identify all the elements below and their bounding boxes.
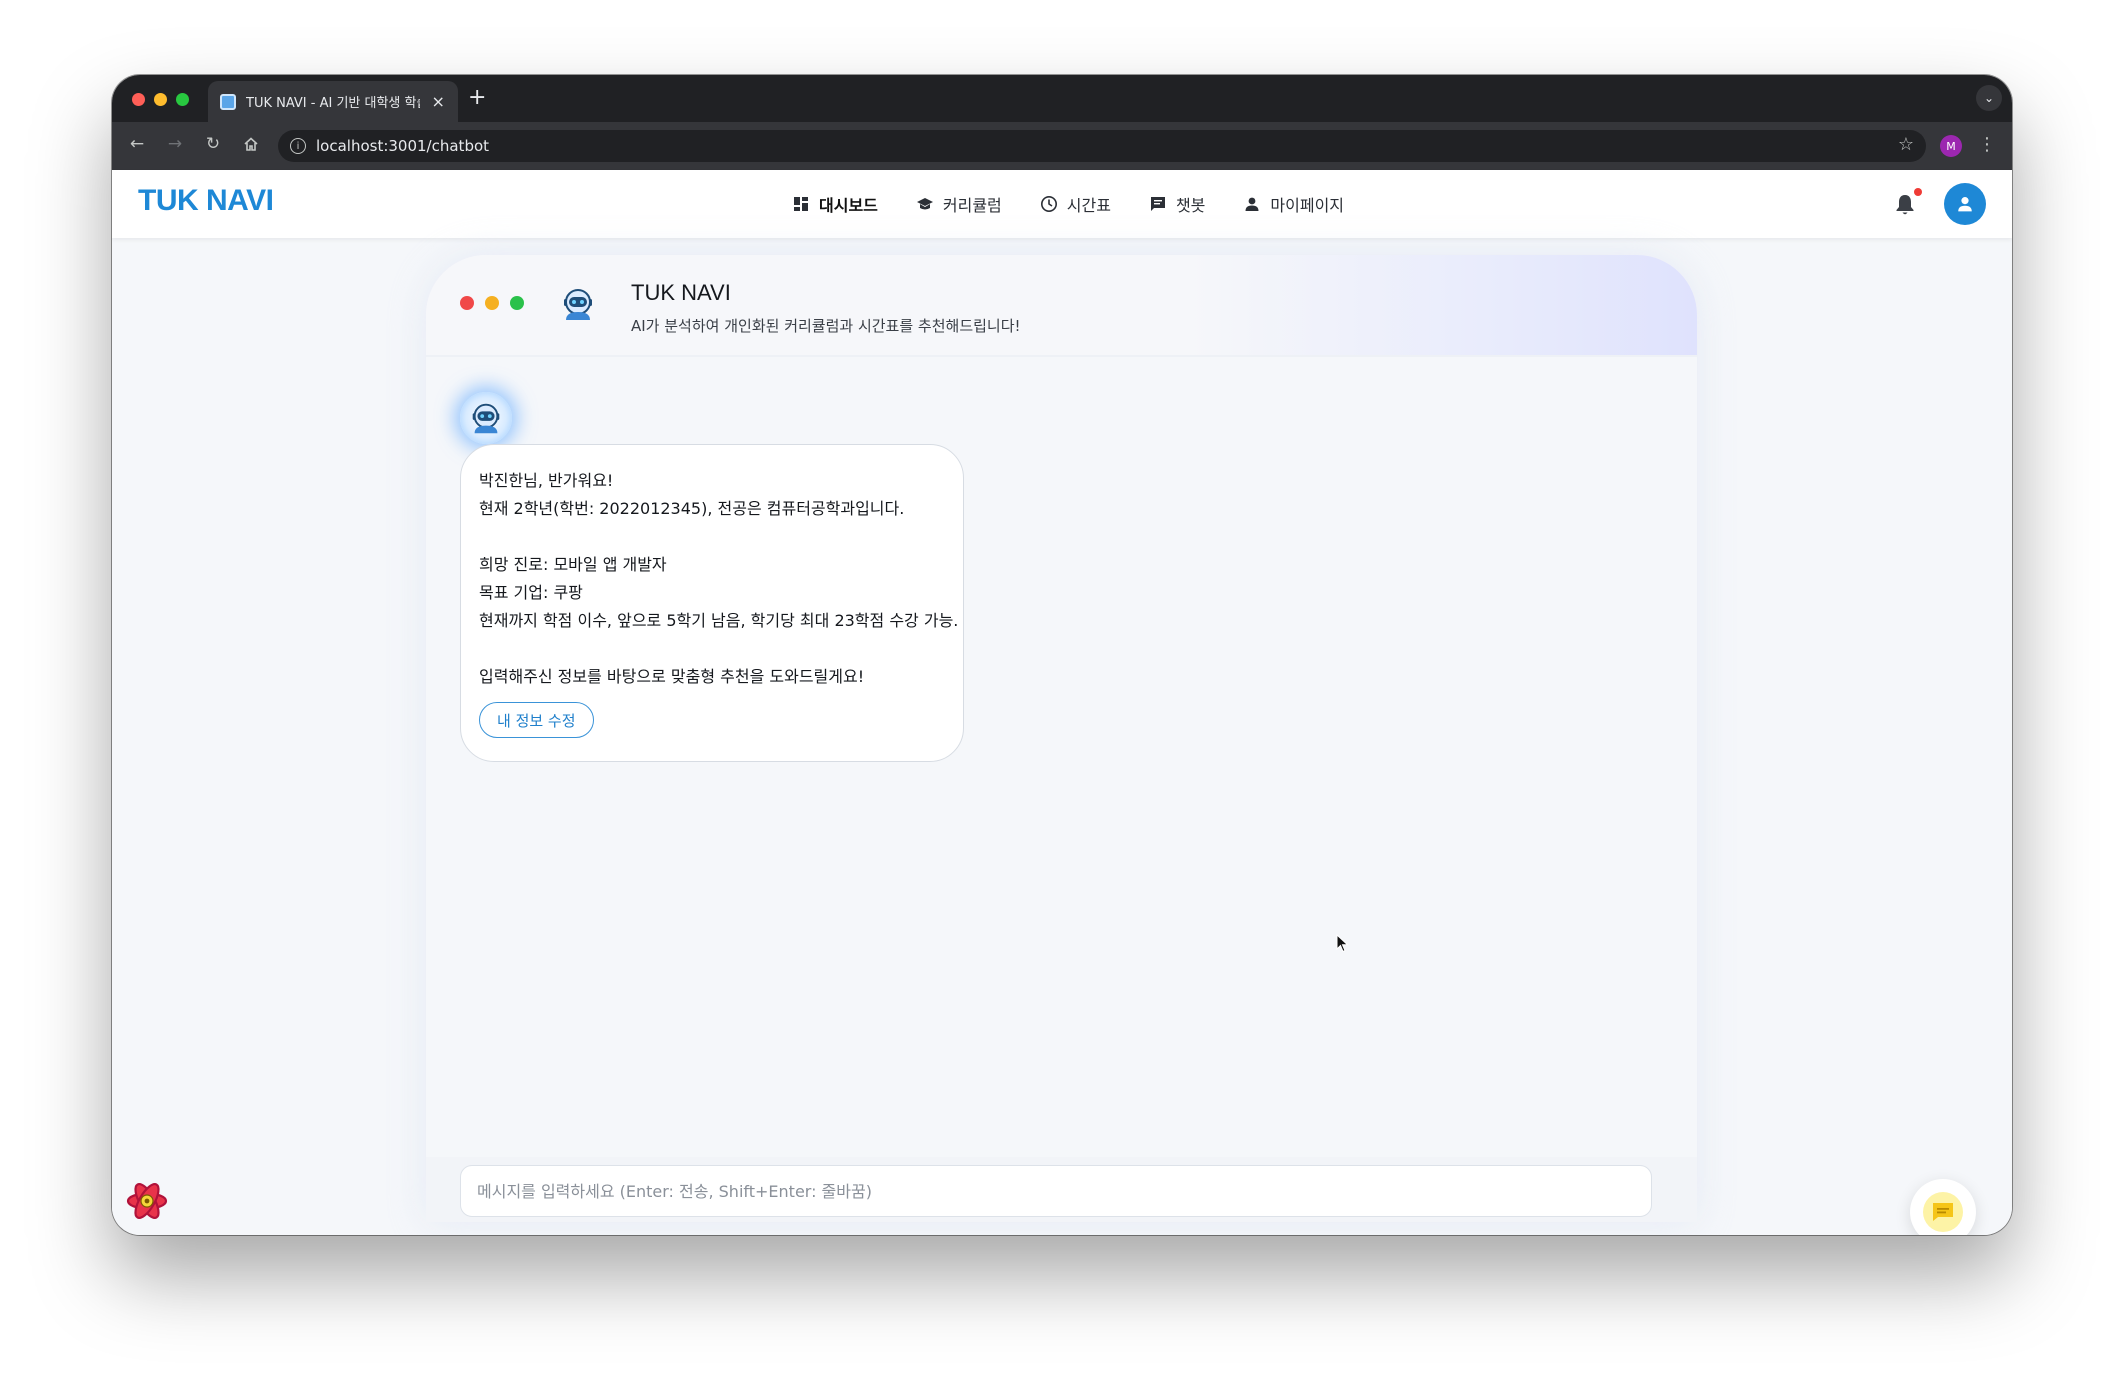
nav-item-label: 시간표 (1066, 196, 1111, 215)
browser-tab[interactable]: TUK NAVI - AI 기반 대학생 학습 × (208, 81, 458, 122)
bot-message-bubble: 박진한님, 반가워요! 현재 2학년(학번: 2022012345), 전공은 … (460, 444, 964, 762)
message-line: 현재까지 학점 이수, 앞으로 5학기 남음, 학기당 최대 23학점 수강 가… (479, 611, 959, 630)
url-text: localhost:3001/chatbot (316, 137, 490, 155)
nav-item-label: 챗봇 (1175, 196, 1206, 215)
tab-bar: TUK NAVI - AI 기반 대학생 학습 × + ⌄ (112, 75, 2012, 122)
header-red-dot (460, 296, 474, 310)
nav-item-label: 대시보드 (819, 196, 878, 215)
brand-logo[interactable]: TUK NAVI (138, 184, 274, 218)
close-tab-icon[interactable]: × (430, 92, 446, 111)
reload-icon[interactable]: ↻ (202, 134, 224, 154)
clock-icon (1040, 195, 1058, 213)
message-list: 박진한님, 반가워요! 현재 2학년(학번: 2022012345), 전공은 … (426, 357, 1697, 1157)
header-green-dot (510, 296, 524, 310)
bot-avatar (460, 392, 512, 444)
bot-robot-icon (558, 284, 598, 324)
bot-robot-icon (472, 403, 500, 434)
back-arrow-icon[interactable]: ← (126, 134, 148, 154)
message-line: 박진한님, 반가워요! (479, 471, 614, 490)
nav-item-label: 커리큘럼 (942, 196, 1002, 215)
home-icon[interactable] (240, 134, 262, 157)
chat-bubble-icon (1923, 1192, 1963, 1232)
mouse-cursor-icon (1336, 934, 1349, 953)
nav-item-timetable[interactable]: 시간표 (1040, 192, 1111, 216)
chatbot-panel: TUK NAVI AI가 분석하여 개인화된 커리큘럼과 시간표를 추천해드립니… (426, 255, 1697, 1222)
tab-search-icon[interactable]: ⌄ (1976, 85, 2002, 111)
bookmark-star-icon[interactable]: ☆ (1898, 134, 1914, 155)
message-line: 목표 기업: 쿠팡 (479, 583, 583, 602)
nav-item-curriculum[interactable]: 커리큘럼 (916, 192, 1002, 216)
new-tab-icon[interactable]: + (468, 85, 486, 110)
url-omnibox[interactable]: i localhost:3001/chatbot ☆ (278, 130, 1926, 162)
chat-icon (1149, 195, 1167, 213)
close-window-button[interactable] (132, 93, 145, 106)
chat-subtitle: AI가 분석하여 개인화된 커리큘럼과 시간표를 추천해드립니다! (631, 317, 1021, 335)
graduation-cap-icon (916, 195, 934, 213)
composer (426, 1157, 1697, 1222)
message-line: 희망 진로: 모바일 앱 개발자 (479, 555, 667, 574)
site-info-icon[interactable]: i (290, 138, 306, 154)
message-input[interactable] (460, 1165, 1652, 1217)
forward-arrow-icon[interactable]: → (164, 134, 186, 154)
nav-item-label: 마이페이지 (1270, 196, 1345, 215)
floating-chat-button[interactable] (1910, 1179, 1976, 1235)
chat-header: TUK NAVI AI가 분석하여 개인화된 커리큘럼과 시간표를 추천해드립니… (426, 255, 1697, 357)
app-viewport: TUK NAVI 대시보드 커리큘럼 시간표 챗봇 마이페이지 TUK NAVI… (112, 170, 2012, 1235)
notification-bell-icon[interactable] (1894, 188, 1922, 218)
browser-menu-icon[interactable]: ⋮ (1978, 134, 1996, 155)
header-yellow-dot (485, 296, 499, 310)
browser-window: TUK NAVI - AI 기반 대학생 학습 × + ⌄ ← → ↻ i lo… (112, 75, 2012, 1235)
nav-item-mypage[interactable]: 마이페이지 (1243, 192, 1344, 216)
person-icon (1243, 195, 1261, 213)
edit-my-info-button[interactable]: 내 정보 수정 (479, 702, 594, 738)
favicon-icon (220, 93, 236, 110)
chat-title: TUK NAVI (631, 280, 731, 305)
react-logo-icon[interactable] (124, 1178, 170, 1224)
dashboard-icon (792, 195, 810, 213)
message-line: 입력해주신 정보를 바탕으로 맞춤형 추천을 도와드릴게요! (479, 667, 865, 686)
message-line: 현재 2학년(학번: 2022012345), 전공은 컴퓨터공학과입니다. (479, 499, 905, 518)
tab-title: TUK NAVI - AI 기반 대학생 학습 (246, 96, 421, 111)
notification-dot (1914, 188, 1922, 196)
nav-item-dashboard[interactable]: 대시보드 (792, 192, 878, 216)
address-bar: ← → ↻ i localhost:3001/chatbot ☆ M ⋮ (112, 122, 2012, 170)
user-avatar-button[interactable] (1944, 183, 1986, 225)
minimize-window-button[interactable] (154, 93, 167, 106)
maximize-window-button[interactable] (176, 93, 189, 106)
main-menu: 대시보드 커리큘럼 시간표 챗봇 마이페이지 (792, 170, 1344, 238)
profile-avatar[interactable]: M (1940, 135, 1962, 157)
nav-item-chatbot[interactable]: 챗봇 (1149, 192, 1205, 216)
top-navigation: TUK NAVI 대시보드 커리큘럼 시간표 챗봇 마이페이지 (112, 170, 2012, 238)
